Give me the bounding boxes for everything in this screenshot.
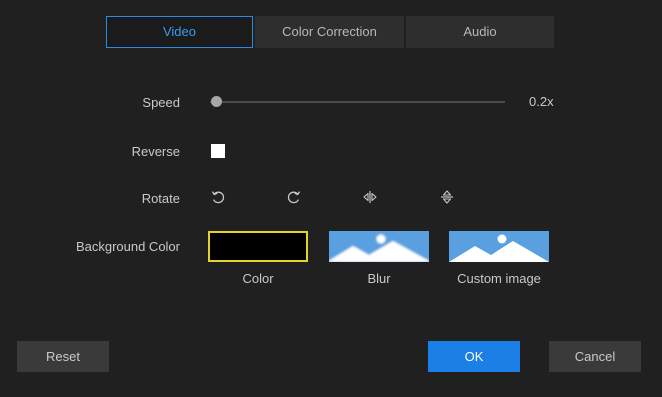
tab-audio[interactable]: Audio <box>406 16 554 48</box>
speed-slider[interactable] <box>210 95 505 109</box>
flip-horizontal-button[interactable] <box>360 187 380 207</box>
rotate-counterclockwise-icon <box>209 188 227 206</box>
reverse-label: Reverse <box>131 144 180 159</box>
cancel-button[interactable]: Cancel <box>549 341 641 372</box>
reverse-checkbox[interactable] <box>211 144 225 158</box>
rotate-clockwise-button[interactable] <box>284 187 304 207</box>
reset-button[interactable]: Reset <box>17 341 109 372</box>
rotate-clockwise-icon <box>285 188 303 206</box>
flip-vertical-button[interactable] <box>437 187 457 207</box>
speed-value: 0.2x <box>529 94 554 109</box>
speed-slider-track[interactable] <box>210 101 505 103</box>
tab-video[interactable]: Video <box>106 16 253 48</box>
blur-image-icon <box>329 231 429 262</box>
tab-color-correction[interactable]: Color Correction <box>255 16 404 48</box>
tab-bar: Video Color Correction Audio <box>106 16 554 48</box>
video-settings-dialog: Video Color Correction Audio Speed 0.2x … <box>0 0 662 397</box>
speed-label: Speed <box>142 95 180 110</box>
ok-button[interactable]: OK <box>428 341 520 372</box>
flip-horizontal-icon <box>361 188 379 206</box>
speed-slider-handle[interactable] <box>211 96 222 107</box>
rotate-counterclockwise-button[interactable] <box>208 187 228 207</box>
background-color-label: Background Color <box>75 239 180 254</box>
background-color-caption: Color <box>242 271 274 286</box>
custom-image-icon <box>449 231 549 262</box>
background-blur-option[interactable] <box>329 231 429 262</box>
background-blur-caption: Blur <box>367 271 391 286</box>
background-custom-image-option[interactable] <box>449 231 549 262</box>
background-custom-image-caption: Custom image <box>457 271 541 286</box>
flip-vertical-icon <box>438 188 456 206</box>
rotate-label: Rotate <box>141 191 180 206</box>
background-color-option[interactable] <box>208 231 308 262</box>
